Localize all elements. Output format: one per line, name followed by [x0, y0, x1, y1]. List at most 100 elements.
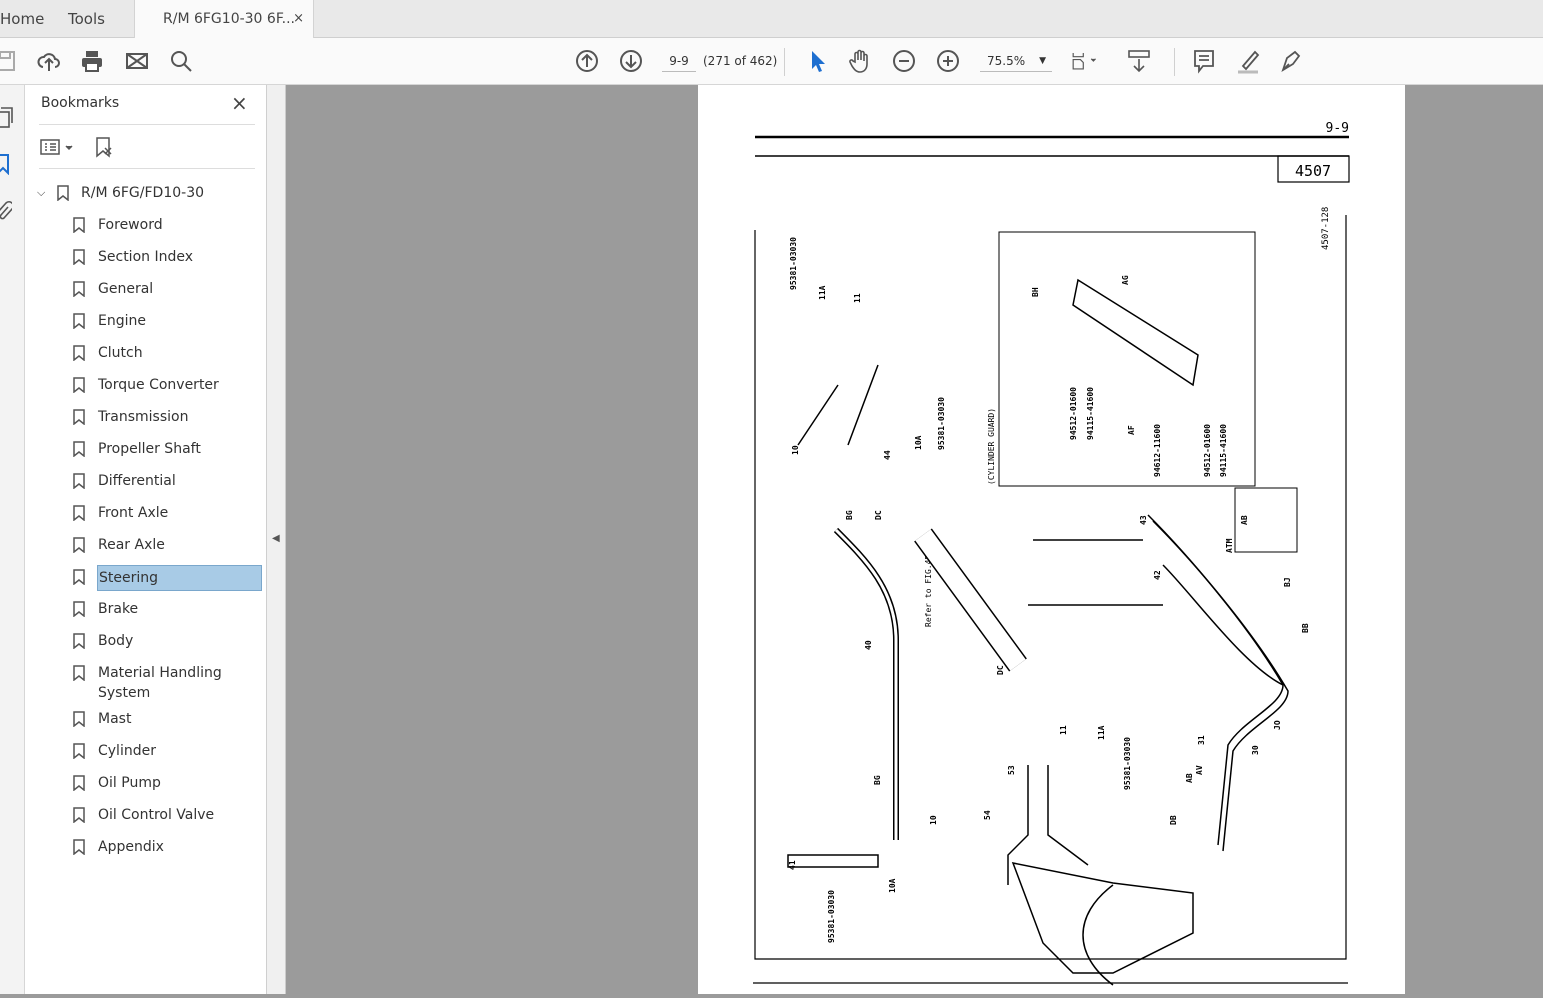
bookmark-icon [73, 377, 85, 393]
bookmark-options-icon[interactable] [40, 139, 76, 159]
tab-document[interactable]: R/M 6FG10-30 6F... × [134, 0, 314, 39]
tab-document-label: R/M 6FG10-30 6F... [163, 11, 295, 27]
panel-splitter[interactable]: ◀ [267, 85, 286, 994]
bookmark-label: Body [98, 633, 134, 649]
chevron-down-icon: ▼ [1039, 56, 1046, 66]
bookmark-label: R/M 6FG/FD10-30 [81, 185, 205, 201]
email-icon[interactable] [124, 48, 150, 74]
part-label: 54 [983, 810, 992, 820]
tab-home[interactable]: Home [0, 0, 44, 38]
page-number: 9-9 [1326, 121, 1349, 136]
bookmark-label: Rear Axle [98, 537, 165, 553]
bookmark-icon [73, 569, 85, 585]
zoom-value: 75.5% [987, 54, 1026, 68]
print-icon[interactable] [79, 48, 105, 74]
pages-icon[interactable] [0, 107, 14, 133]
bookmark-icon [73, 505, 85, 521]
bookmark-icon [73, 711, 85, 727]
part-label: AB [1185, 773, 1194, 783]
bookmark-label: Appendix [98, 839, 164, 855]
bookmarks-panel: Bookmarks × ⌵ R/M 6FG/FD10-30 Foreword Se… [25, 85, 267, 994]
bookmark-label: Transmission [98, 409, 189, 425]
divider [39, 124, 255, 125]
previous-page-icon[interactable] [574, 48, 600, 74]
upload-cloud-icon[interactable] [36, 48, 62, 74]
figure-number: 4507 [1295, 162, 1331, 180]
bookmark-icon [73, 839, 85, 855]
part-label: DC [874, 510, 883, 520]
part-label: AG [1121, 275, 1130, 285]
search-icon[interactable] [168, 48, 194, 74]
zoom-in-icon[interactable] [935, 48, 961, 74]
highlight-pen-icon[interactable] [1235, 48, 1261, 74]
bookmarks-panel-icon[interactable] [0, 153, 10, 179]
bookmark-icon [73, 807, 85, 823]
part-label: 94115-41600 [1219, 424, 1228, 477]
part-label: 11A [818, 285, 827, 300]
tab-tools[interactable]: Tools [68, 0, 105, 38]
close-panel-icon[interactable]: × [231, 91, 248, 115]
bookmark-label: Differential [98, 473, 176, 489]
navigation-pane-strip [0, 85, 25, 994]
attachments-icon[interactable] [0, 199, 15, 225]
save-icon[interactable] [0, 48, 18, 74]
bookmark-label: Mast [98, 711, 132, 727]
part-label: 31 [1197, 735, 1206, 745]
part-label: 10 [929, 815, 938, 825]
bookmark-icon [73, 217, 85, 233]
zoom-dropdown[interactable]: 75.5% ▼ [980, 50, 1052, 72]
toolbar: 9-9 (271 of 462) 75.5% ▼ [0, 38, 1543, 85]
tab-bar: Home Tools R/M 6FG10-30 6F... × [0, 0, 1543, 39]
part-label: 44 [883, 450, 892, 460]
part-label: 94512-01600 [1203, 424, 1212, 477]
bookmark-icon [73, 665, 85, 681]
part-label: 10A [914, 435, 923, 450]
panel-title: Bookmarks [41, 95, 120, 111]
part-label: 10A [888, 878, 897, 893]
scroll-mode-icon[interactable] [1126, 48, 1152, 74]
page-number-input[interactable]: 9-9 [662, 50, 696, 72]
bookmark-label: Front Axle [98, 505, 169, 521]
select-arrow-icon[interactable] [804, 48, 830, 74]
part-label: BJ [1283, 577, 1292, 587]
fit-page-icon[interactable] [1071, 48, 1107, 74]
comment-icon[interactable] [1191, 48, 1217, 74]
part-label: BG [873, 775, 882, 785]
bookmark-label: Propeller Shaft [98, 441, 201, 457]
bookmark-label: Engine [98, 313, 146, 329]
bookmark-label: Section Index [98, 249, 194, 265]
sign-pen-icon[interactable] [1279, 48, 1305, 74]
cylinder-guard-label: (CYLINDER GUARD) [987, 408, 996, 485]
bookmark-icon [73, 409, 85, 425]
bookmark-label: General [98, 281, 154, 297]
next-page-icon[interactable] [618, 48, 644, 74]
close-tab-icon[interactable]: × [293, 0, 304, 38]
zoom-out-icon[interactable] [891, 48, 917, 74]
bookmark-label: Foreword [98, 217, 163, 233]
part-label: 94115-41600 [1086, 387, 1095, 440]
divider [1174, 48, 1175, 76]
collapse-arrow-icon[interactable]: ◀ [272, 533, 280, 544]
hand-tool-icon[interactable] [847, 48, 873, 74]
bookmark-icon [73, 313, 85, 329]
chevron-down-icon[interactable]: ⌵ [37, 183, 45, 203]
pdf-page: 9-9 4507 4507-128 (CYLINDER GUARD) Refer… [698, 85, 1405, 994]
bookmark-icon [57, 185, 69, 201]
part-label: AB [1240, 515, 1249, 525]
part-label: JO [1273, 720, 1282, 730]
part-label: AV [1195, 765, 1204, 775]
parts-diagram: 9-9 4507 4507-128 (CYLINDER GUARD) Refer… [753, 121, 1350, 986]
add-bookmark-icon[interactable] [95, 136, 115, 162]
bookmark-icon [73, 281, 85, 297]
part-label: 95381-03030 [827, 890, 836, 943]
part-label: 42 [1153, 570, 1162, 580]
part-label: 41 [788, 860, 797, 870]
part-label: 30 [1251, 745, 1260, 755]
part-label: 95381-03030 [1123, 737, 1132, 790]
bookmark-label: Oil Control Valve [98, 807, 215, 823]
part-label: AF [1127, 425, 1136, 435]
part-label: 43 [1139, 515, 1148, 525]
part-label: 94512-01600 [1069, 387, 1078, 440]
part-label: ATM [1225, 538, 1234, 553]
part-label: 53 [1007, 765, 1016, 775]
